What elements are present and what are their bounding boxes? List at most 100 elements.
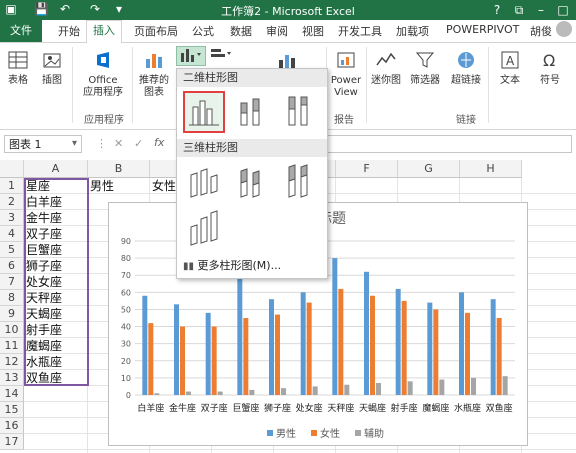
row-header-12[interactable]: 12 [0,354,24,370]
bar-chart-button[interactable] [208,46,234,66]
3d-column-option[interactable] [183,207,225,249]
3d-stacked-column-option[interactable] [231,161,273,203]
divider [132,47,133,123]
bar-2-3 [211,326,217,395]
power-view-icon [337,52,355,68]
row-header-2[interactable]: 2 [0,194,24,210]
tab-view[interactable]: 视图 [302,23,324,39]
slicer-button[interactable]: 筛选器 [406,49,444,87]
x-tick-label: 射手座 [391,402,418,414]
bar-2-2 [180,326,185,395]
clustered-column-option[interactable] [183,91,225,133]
bar-1-12 [490,299,496,395]
text-button[interactable]: A 文本 [492,49,528,87]
legend-label-2: 女性 [320,427,340,440]
table-button[interactable]: 表格 [4,49,32,87]
row-header-3[interactable]: 3 [0,210,24,226]
tab-powerpivot[interactable]: POWERPIVOT [446,23,519,36]
y-tick-label: 60 [121,288,131,297]
tab-formulas[interactable]: 公式 [192,23,214,39]
row-header-1[interactable]: 1 [0,178,24,194]
table-icon [8,51,28,69]
bar-2-4 [243,318,249,395]
row-header-14[interactable]: 14 [0,386,24,402]
section-3d-column: 三维柱形图 [177,139,327,157]
y-tick-label: 20 [121,357,131,366]
bar-3-10 [439,379,445,395]
column-chart-dropdown: 二维柱形图 三维柱形图 ▮▮ 更多柱形图(M)... [176,68,328,279]
column-header-a[interactable]: A [24,160,88,178]
tab-home[interactable]: 开始 [58,23,80,39]
tab-insert[interactable]: 插入 [86,20,122,44]
enter-icon[interactable]: ✓ [134,137,143,150]
bar-3-5 [281,388,286,395]
symbol-button[interactable]: Ω 符号 [532,49,568,87]
bar-1-1 [142,295,148,395]
column-chart-button[interactable] [176,46,206,66]
filter-icon [415,52,435,68]
column-header-h[interactable]: H [460,160,522,178]
column-header-b[interactable]: B [88,160,150,178]
x-tick-label: 狮子座 [264,402,291,414]
3d-stacked-column-icon [240,168,260,198]
bar-1-7 [332,258,338,395]
table-label: 表格 [8,75,28,86]
row-header-8[interactable]: 8 [0,290,24,306]
recommended-charts-button[interactable]: 推荐的 图表 [136,49,172,99]
bar-3-12 [502,376,508,395]
legend-swatch-1 [267,430,273,436]
avatar[interactable] [556,21,572,37]
tab-developer[interactable]: 开发工具 [338,23,382,39]
name-box-dropdown-icon[interactable]: ▾ [72,138,77,149]
tab-data[interactable]: 数据 [230,23,252,39]
row-header-15[interactable]: 15 [0,402,24,418]
row-header-7[interactable]: 7 [0,274,24,290]
illustrations-button[interactable]: 插图 [38,49,66,87]
bar-1-5 [269,299,274,395]
column-header-f[interactable]: F [336,160,398,178]
hyperlink-button[interactable]: 超链接 [448,49,484,87]
row-header-9[interactable]: 9 [0,306,24,322]
ribbon-display-icon[interactable]: ⧉ [508,0,530,20]
row-header-11[interactable]: 11 [0,338,24,354]
row-header-13[interactable]: 13 [0,370,24,386]
insert-function-icon[interactable]: fx [154,136,164,149]
maximize-icon[interactable]: □ [552,0,574,20]
row-header-16[interactable]: 16 [0,418,24,434]
x-tick-label: 双子座 [201,402,228,414]
divider [366,47,367,123]
tab-review[interactable]: 审阅 [266,23,288,39]
sparklines-button[interactable]: 迷你图 [368,49,404,87]
bar-2-8 [370,295,375,395]
more-column-charts-link[interactable]: ▮▮ 更多柱形图(M)... [183,257,281,273]
3d-clustered-column-option[interactable] [183,161,225,203]
select-all-corner[interactable] [0,160,24,178]
user-name[interactable]: 胡俊 [530,23,552,39]
row-header-4[interactable]: 4 [0,226,24,242]
cell-b1[interactable]: 男性 [88,178,150,194]
column-header-g[interactable]: G [398,160,460,178]
stacked-column-option[interactable] [231,91,273,133]
row-header-5[interactable]: 5 [0,242,24,258]
tab-page-layout[interactable]: 页面布局 [134,23,178,39]
minimize-icon[interactable]: – [530,0,552,20]
row-header-10[interactable]: 10 [0,322,24,338]
percent-stacked-column-option[interactable] [279,91,321,133]
expand-icon[interactable]: ⋮ [96,137,107,150]
power-view-button[interactable]: Power View [328,49,364,99]
row-header-6[interactable]: 6 [0,258,24,274]
legend-label-1: 男性 [276,427,296,440]
gridline [24,449,576,450]
tab-file[interactable]: 文件 [0,20,42,42]
cancel-icon[interactable]: ✕ [114,137,123,150]
y-tick-label: 30 [121,340,131,349]
tab-addins[interactable]: 加载项 [396,23,429,39]
3d-percent-stacked-column-icon [288,164,308,198]
name-box[interactable]: 图表 1 [4,135,82,153]
row-header-17[interactable]: 17 [0,434,24,450]
bar-1-3 [205,312,211,395]
help-button[interactable]: ? [486,0,508,20]
office-apps-button[interactable]: Office 应用程序 [80,49,126,99]
3d-percent-stacked-column-option[interactable] [279,161,321,203]
text-box-icon: A [501,51,519,69]
